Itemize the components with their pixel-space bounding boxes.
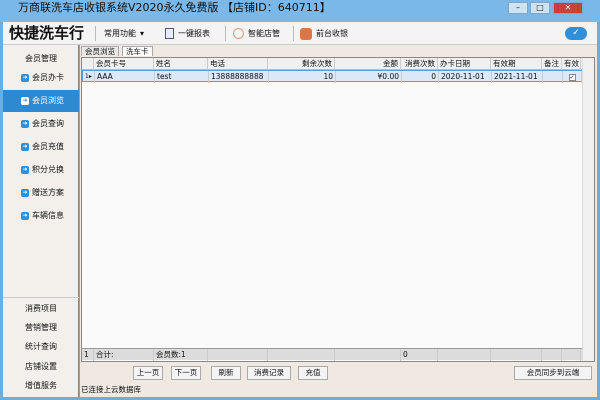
sidebar-item-card[interactable]: ➜ 会员办卡 [3,67,79,89]
sidebar-value-added[interactable]: 增值服务 [3,375,79,397]
cell-remaining: 10 [269,71,336,83]
minimize-button[interactable]: – [508,2,528,14]
row-marker-icon: ▸ [88,73,92,80]
col-note[interactable]: 备注 [542,58,562,70]
chevron-down-icon: ▾ [140,29,145,38]
table-row[interactable]: 1▸ AAA test 13888888888 10 ¥0.00 0 2020-… [82,70,582,83]
cell-name: test [155,71,209,83]
col-remaining[interactable]: 剩余次数 [268,58,335,70]
recharge-button[interactable]: 充值 [298,366,328,380]
toolbar: 快捷洗车行 常用功能 ▾ 一键报表 智能店管 前台收银 ✓ [3,22,597,45]
arrow-icon: ➜ [21,189,29,197]
arrow-icon: ➜ [21,97,29,105]
label: 车辆信息 [32,211,64,220]
cashier-label: 前台收银 [316,29,348,38]
sidebar-item-gift[interactable]: ➜ 赠送方案 [3,182,79,204]
member-table: 会员卡号 姓名 电话 剩余次数 金额 消费次数 办卡日期 有效期 备注 有效 1… [81,57,595,362]
tab-member-browse[interactable]: 会员浏览 [81,46,119,56]
cell-card: AAA [95,71,155,83]
brand-title: 快捷洗车行 [9,24,85,42]
cell-phone: 13888888888 [209,71,269,83]
consume-records-button[interactable]: 消费记录 [247,366,291,380]
label: 赠送方案 [32,188,64,197]
label: 会员办卡 [32,73,64,82]
col-issue-date[interactable]: 办卡日期 [438,58,491,70]
smart-store-button[interactable]: 智能店管 [233,22,280,45]
prev-page-button[interactable]: 上一页 [133,366,163,380]
cell-amount: ¥0.00 [336,71,402,83]
brain-icon [233,28,244,39]
col-name[interactable]: 姓名 [154,58,208,70]
divider [95,26,96,41]
arrow-icon: ➜ [21,74,29,82]
label: 会员浏览 [32,96,64,105]
label: 会员查询 [32,119,64,128]
sidebar-item-query[interactable]: ➜ 会员查询 [3,113,79,135]
totals-num: 1 [82,349,94,361]
vertical-scrollbar[interactable] [582,58,594,361]
table-header: 会员卡号 姓名 电话 剩余次数 金额 消费次数 办卡日期 有效期 备注 有效 [82,58,582,70]
report-label: 一键报表 [178,29,210,38]
col-phone[interactable]: 电话 [208,58,268,70]
col-expiry[interactable]: 有效期 [491,58,542,70]
totals-label: 合计: [94,349,154,361]
cell-consumed: 0 [402,71,439,83]
sync-to-cloud-button[interactable]: 会员同步到云端 [514,366,592,380]
label: 会员充值 [32,142,64,151]
close-button[interactable]: ✕ [553,2,583,14]
col-card[interactable]: 会员卡号 [94,58,154,70]
col-amount[interactable]: 金额 [335,58,401,70]
sidebar-item-browse[interactable]: ➜ 会员浏览 [3,90,79,112]
sidebar-item-vehicle[interactable]: ➜ 车辆信息 [3,205,79,227]
report-button[interactable]: 一键报表 [165,22,210,45]
common-functions-menu[interactable]: 常用功能 ▾ [104,22,144,45]
window-title: 万商联洗车店收银系统V2020永久免费版 【店铺ID：640711】 [18,1,331,14]
tab-wash-card[interactable]: 洗车卡 [122,46,153,56]
arrow-icon: ➜ [21,166,29,174]
label: 积分兑换 [32,165,64,174]
sidebar: 会员管理 ➜ 会员办卡 ➜ 会员浏览 ➜ 会员查询 ➜ 会员充值 ➜ 积分兑换 ➜ 赠送方案… [3,45,79,397]
sidebar-statistics[interactable]: 统计查询 [3,336,79,358]
totals-row: 1 合计: 会员数:1 0 [82,348,582,361]
refresh-button[interactable]: 刷新 [211,366,241,380]
arrow-icon: ➜ [21,120,29,128]
maximize-button[interactable]: □ [530,2,550,14]
cashier-button[interactable]: 前台收银 [300,22,348,45]
sidebar-item-points[interactable]: ➜ 积分兑换 [3,159,79,181]
cloud-sync-icon[interactable]: ✓ [565,27,587,40]
next-page-button[interactable]: 下一页 [171,366,201,380]
sidebar-consume-items[interactable]: 消费项目 [3,297,79,319]
common-label: 常用功能 [104,29,136,38]
totals-consumed: 0 [401,349,438,361]
smart-label: 智能店管 [248,29,280,38]
arrow-icon: ➜ [21,212,29,220]
sidebar-item-recharge[interactable]: ➜ 会员充值 [3,136,79,158]
valid-checkbox[interactable]: ✓ [568,74,576,81]
col-valid[interactable]: 有效 [562,58,581,70]
divider [225,26,226,41]
col-consumed[interactable]: 消费次数 [401,58,438,70]
cashier-icon [300,27,312,40]
status-text: 已连接上云数据库 [81,385,141,394]
totals-count: 会员数:1 [154,349,208,361]
arrow-icon: ➜ [21,143,29,151]
report-icon [165,28,174,39]
cell-issue-date: 2020-11-01 [439,71,492,83]
divider [293,26,294,41]
cell-note [543,71,563,83]
cell-expiry: 2021-11-01 [492,71,543,83]
